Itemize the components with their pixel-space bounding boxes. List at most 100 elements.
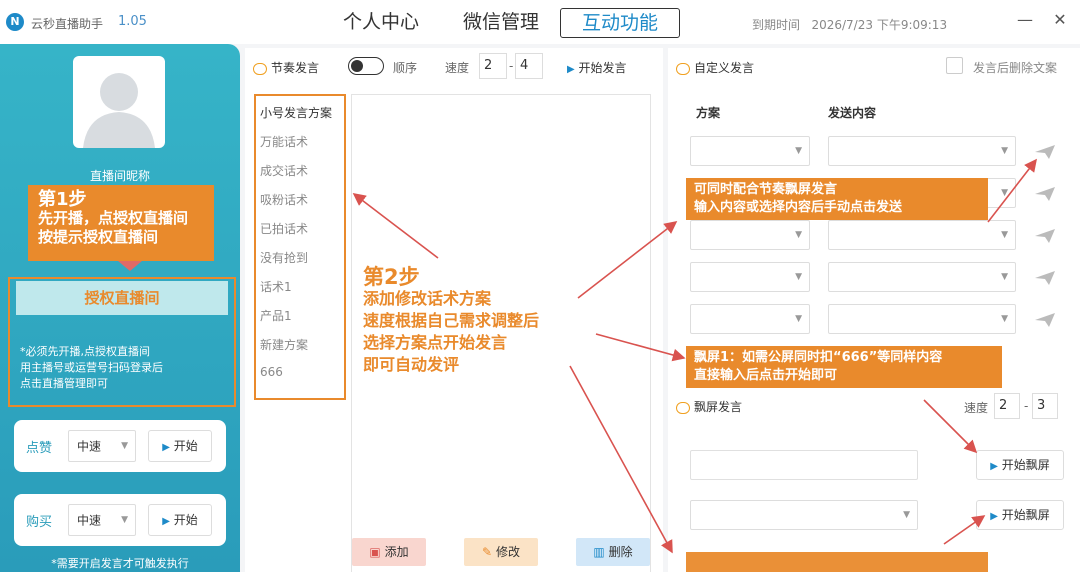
- chevron-down-icon: ▼: [1001, 314, 1008, 324]
- speed-max-input[interactable]: 4: [515, 53, 543, 79]
- buy-label: 购买: [26, 515, 53, 530]
- send-icon[interactable]: [1034, 270, 1056, 286]
- step1-callout: 第1步 先开播，点授权直播间 按提示授权直播间: [28, 185, 214, 261]
- play-icon: ▶: [162, 442, 170, 453]
- chevron-down-icon: ▼: [795, 272, 802, 282]
- chevron-down-icon: ▼: [903, 510, 910, 520]
- sidebar-note: *需要开启发言才可触发执行: [51, 557, 189, 570]
- custom-title: 自定义发言: [676, 59, 754, 76]
- chevron-down-icon: ▼: [121, 515, 128, 525]
- content-select[interactable]: ▼: [828, 220, 1016, 250]
- send-icon[interactable]: [1034, 228, 1056, 244]
- plan-select[interactable]: ▼: [690, 136, 810, 166]
- float-speed-min-input[interactable]: 2: [994, 393, 1020, 419]
- custom-callout-1-line2: 输入内容或选择内容后手动点击发送: [694, 200, 903, 215]
- app-window: N 云秒直播助手 1.05 个人中心 微信管理 互动功能 到期时间 2026/7…: [0, 0, 1080, 572]
- float-start-label-1: 开始飘屏: [1001, 458, 1050, 472]
- custom-callout-1: 可同时配合节奏飘屏发言 输入内容或选择内容后手动点击发送: [686, 178, 988, 220]
- buy-speed-value: 中速: [77, 513, 102, 528]
- float-speed-max-input[interactable]: 3: [1032, 393, 1058, 419]
- list-item[interactable]: 话术1: [260, 278, 292, 295]
- list-item[interactable]: 成交话术: [260, 162, 308, 179]
- auth-tip-line2: 用主播号或运营号扫码登录后: [20, 361, 163, 374]
- plan-select[interactable]: ▼: [690, 304, 810, 334]
- plan-select[interactable]: ▼: [690, 262, 810, 292]
- float-start-button-1[interactable]: ▶ 开始飘屏: [976, 450, 1064, 480]
- float-input-1[interactable]: [690, 450, 918, 480]
- list-item[interactable]: 万能话术: [260, 133, 308, 150]
- like-speed-select[interactable]: 中速 ▼: [68, 430, 136, 462]
- custom-callout-1-line1: 可同时配合节奏飘屏发言: [694, 182, 838, 197]
- delete-button[interactable]: ▥ 删除: [576, 538, 650, 566]
- live-room-nickname: 直播间昵称: [89, 169, 150, 183]
- list-item[interactable]: 吸粉话术: [260, 191, 308, 208]
- step2-line3: 选择方案点开始发言: [363, 333, 508, 352]
- step1-title: 第1步: [38, 189, 87, 210]
- list-item[interactable]: 新建方案: [260, 336, 308, 353]
- step2-line4: 即可自动发评: [363, 355, 460, 374]
- delete-after-checkbox[interactable]: [946, 57, 963, 74]
- buy-start-button[interactable]: ▶ 开始: [148, 504, 212, 536]
- order-toggle[interactable]: [348, 57, 384, 75]
- expire-value: 2026/7/23 下午9:09:13: [811, 18, 948, 32]
- col-content: 发送内容: [828, 106, 877, 120]
- content-select[interactable]: ▼: [828, 304, 1016, 334]
- step1-arrow-icon: [118, 261, 142, 271]
- tab-wechat-management[interactable]: 微信管理: [454, 8, 548, 38]
- step1-line2: 按提示授权直播间: [38, 228, 159, 246]
- list-item[interactable]: 没有抢到: [260, 249, 308, 266]
- list-item[interactable]: 666: [260, 365, 283, 379]
- tab-personal-center[interactable]: 个人中心: [334, 8, 428, 38]
- expire-label: 到期时间: [752, 18, 801, 32]
- speed-min-input[interactable]: 2: [479, 53, 507, 79]
- send-icon[interactable]: [1034, 312, 1056, 328]
- add-label: 添加: [384, 545, 409, 559]
- like-label: 点赞: [26, 441, 53, 456]
- auth-tip-line3: 点击直播管理即可: [20, 377, 108, 390]
- like-start-button[interactable]: ▶ 开始: [148, 430, 212, 462]
- rhythm-title: 节奏发言: [253, 59, 319, 76]
- file-add-icon: ▣: [369, 545, 381, 559]
- float-callout-partial: [686, 552, 988, 572]
- minimize-button[interactable]: —: [1015, 10, 1035, 29]
- buy-speed-select[interactable]: 中速 ▼: [68, 504, 136, 536]
- add-button[interactable]: ▣ 添加: [352, 538, 426, 566]
- start-speech-button[interactable]: ▶ 开始发言: [567, 59, 627, 76]
- toggle-knob: [351, 60, 363, 72]
- custom-callout-2: 飘屏1：如需公屏同时扣“666”等同样内容 直接输入后点击开始即可: [686, 346, 1002, 388]
- authorize-live-room-button[interactable]: 授权直播间: [16, 281, 228, 315]
- float-start-button-2[interactable]: ▶ 开始飘屏: [976, 500, 1064, 530]
- content-select[interactable]: ▼: [828, 262, 1016, 292]
- content-select[interactable]: ▼: [828, 136, 1016, 166]
- send-icon[interactable]: [1034, 144, 1056, 160]
- edit-button[interactable]: ✎ 修改: [464, 538, 538, 566]
- float-title: 飘屏发言: [676, 398, 742, 415]
- send-icon[interactable]: [1034, 186, 1056, 202]
- chevron-down-icon: ▼: [1001, 230, 1008, 240]
- edit-label: 修改: [495, 545, 520, 559]
- chevron-down-icon: ▼: [1001, 188, 1008, 198]
- step1-line1: 先开播，点授权直播间: [38, 209, 189, 227]
- delete-after-label: 发言后删除文案: [973, 61, 1058, 75]
- like-card: 点赞 中速 ▼ ▶ 开始: [14, 420, 226, 472]
- float-select-2[interactable]: ▼: [690, 500, 918, 530]
- chevron-down-icon: ▼: [795, 146, 802, 156]
- buy-start-label: 开始: [173, 513, 198, 527]
- chat-bubble-icon: [676, 401, 690, 414]
- chevron-down-icon: ▼: [1001, 146, 1008, 156]
- step2-line1: 添加修改话术方案: [363, 289, 492, 308]
- close-button[interactable]: ✕: [1050, 10, 1070, 29]
- custom-callout-2-line1: 飘屏1：如需公屏同时扣“666”等同样内容: [694, 350, 943, 365]
- custom-title-text: 自定义发言: [694, 61, 755, 75]
- list-item[interactable]: 已拍话术: [260, 220, 308, 237]
- step2-callout: 第2步 添加修改话术方案 速度根据自己需求调整后 选择方案点开始发言 即可自动发…: [363, 266, 539, 376]
- list-item[interactable]: 产品1: [260, 307, 292, 324]
- list-item[interactable]: 小号发言方案: [260, 104, 332, 121]
- speed-dash: -: [509, 59, 514, 73]
- custom-panel: 自定义发言 发言后删除文案 方案 发送内容 ▼ ▼ ▼ ▼ ▼ ▼ ▼ ▼ ▼ …: [668, 48, 1080, 572]
- title-bar: N 云秒直播助手 1.05 个人中心 微信管理 互动功能 到期时间 2026/7…: [0, 0, 1080, 44]
- float-start-label-2: 开始飘屏: [1001, 508, 1050, 522]
- expire-time: 到期时间 2026/7/23 下午9:09:13: [752, 16, 947, 33]
- tab-interaction[interactable]: 互动功能: [560, 8, 680, 38]
- plan-select[interactable]: ▼: [690, 220, 810, 250]
